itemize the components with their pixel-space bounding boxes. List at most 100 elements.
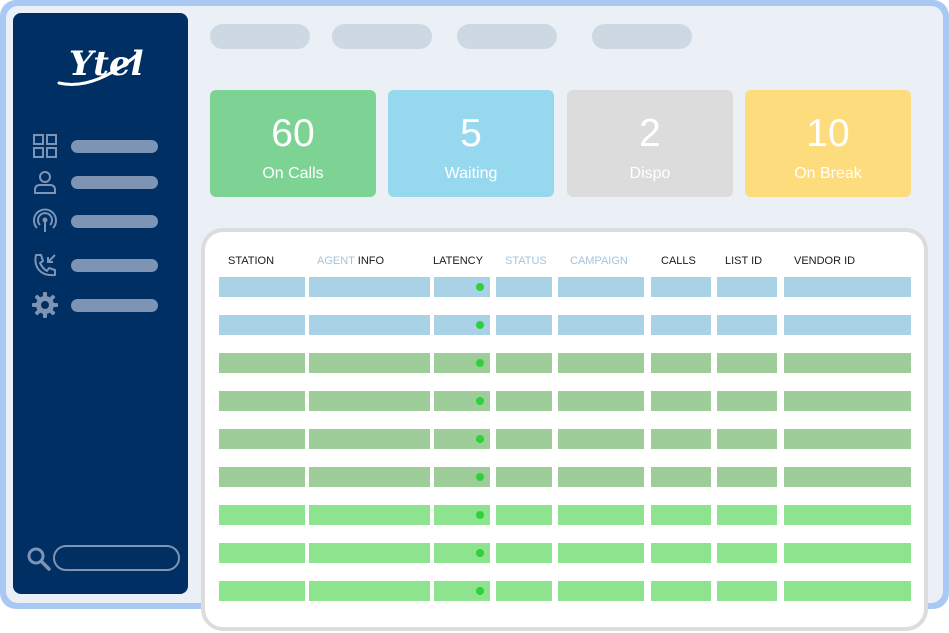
sidebar-item-label-placeholder	[71, 215, 158, 228]
table-cell-placeholder	[434, 429, 490, 449]
agent-table: STATION AGENT INFO LATENCY STATUS CAMPAI…	[201, 228, 928, 631]
broadcast-icon	[33, 208, 57, 232]
table-cell-placeholder	[496, 429, 552, 449]
latency-status-dot	[476, 397, 484, 405]
table-cell-placeholder	[558, 505, 644, 525]
sidebar-item-dashboard[interactable]	[13, 129, 188, 163]
stat-value: 60	[271, 112, 315, 155]
search-input[interactable]	[53, 545, 180, 571]
table-cell-placeholder	[496, 505, 552, 525]
table-cell-placeholder	[309, 505, 430, 525]
header-calls[interactable]: CALLS	[661, 254, 696, 268]
stat-value: 2	[639, 112, 661, 155]
latency-status-dot	[476, 435, 484, 443]
header-agent-info[interactable]: AGENT INFO	[317, 254, 384, 268]
sidebar-item-label-placeholder	[71, 176, 158, 189]
sidebar-item-settings[interactable]	[13, 288, 188, 322]
table-cell-placeholder	[651, 429, 711, 449]
ytel-logo: Ytel	[57, 44, 143, 86]
stat-value: 10	[806, 112, 850, 155]
table-cell-placeholder	[496, 391, 552, 411]
table-cell-placeholder	[309, 277, 430, 297]
table-cell-placeholder	[219, 429, 305, 449]
header-latency[interactable]: LATENCY	[433, 254, 483, 268]
sidebar-item-label-placeholder	[71, 299, 158, 312]
stat-label: Waiting	[444, 165, 498, 182]
stat-card-dispo[interactable]: 2 Dispo	[567, 90, 733, 197]
table-cell-placeholder	[717, 315, 777, 335]
sidebar-item-broadcast[interactable]	[13, 204, 188, 238]
table-cell-placeholder	[651, 315, 711, 335]
header-campaign[interactable]: CAMPAIGN	[570, 254, 628, 268]
top-nav-placeholder-3[interactable]	[457, 24, 557, 49]
table-cell-placeholder	[434, 543, 490, 563]
top-nav-placeholder-4[interactable]	[592, 24, 692, 49]
table-cell-placeholder	[309, 467, 430, 487]
table-cell-placeholder	[219, 505, 305, 525]
sidebar-item-users[interactable]	[13, 165, 188, 199]
header-agent: AGENT	[317, 255, 355, 267]
header-station[interactable]: STATION	[228, 254, 274, 268]
grid-icon	[33, 134, 57, 158]
sidebar: Ytel	[13, 13, 188, 594]
table-row[interactable]	[205, 581, 932, 601]
table-cell-placeholder	[558, 353, 644, 373]
table-row[interactable]	[205, 353, 932, 373]
header-list-id[interactable]: LIST ID	[725, 254, 762, 268]
table-row[interactable]	[205, 391, 932, 411]
table-cell-placeholder	[309, 581, 430, 601]
table-row[interactable]	[205, 315, 932, 335]
table-cell-placeholder	[651, 543, 711, 563]
logo-text: Ytel	[69, 44, 143, 84]
table-cell-placeholder	[651, 581, 711, 601]
latency-status-dot	[476, 473, 484, 481]
table-cell-placeholder	[651, 505, 711, 525]
table-row[interactable]	[205, 277, 932, 297]
table-cell-placeholder	[219, 277, 305, 297]
table-cell-placeholder	[496, 581, 552, 601]
stat-card-on-calls[interactable]: 60 On Calls	[210, 90, 376, 197]
search-icon[interactable]	[25, 545, 53, 573]
user-icon	[34, 171, 56, 194]
table-cell-placeholder	[219, 543, 305, 563]
sidebar-item-label-placeholder	[71, 259, 158, 272]
table-cell-placeholder	[434, 467, 490, 487]
table-cell-placeholder	[434, 353, 490, 373]
table-cell-placeholder	[717, 467, 777, 487]
stat-label: Dispo	[629, 165, 671, 182]
latency-status-dot	[476, 511, 484, 519]
table-cell-placeholder	[558, 277, 644, 297]
latency-status-dot	[476, 359, 484, 367]
latency-status-dot	[476, 283, 484, 291]
latency-status-dot	[476, 587, 484, 595]
header-status[interactable]: STATUS	[505, 254, 547, 268]
table-cell-placeholder	[434, 277, 490, 297]
table-cell-placeholder	[558, 543, 644, 563]
stat-card-waiting[interactable]: 5 Waiting	[388, 90, 554, 197]
table-cell-placeholder	[558, 391, 644, 411]
table-cell-placeholder	[219, 581, 305, 601]
table-cell-placeholder	[651, 391, 711, 411]
table-row[interactable]	[205, 505, 932, 525]
table-row[interactable]	[205, 543, 932, 563]
table-cell-placeholder	[784, 315, 911, 335]
table-row[interactable]	[205, 467, 932, 487]
table-cell-placeholder	[496, 353, 552, 373]
table-cell-placeholder	[651, 277, 711, 297]
table-cell-placeholder	[558, 429, 644, 449]
sidebar-item-calls[interactable]	[13, 248, 188, 282]
table-cell-placeholder	[434, 391, 490, 411]
header-vendor-id[interactable]: VENDOR ID	[794, 254, 855, 268]
table-cell-placeholder	[219, 391, 305, 411]
stat-card-on-break[interactable]: 10 On Break	[745, 90, 911, 197]
table-cell-placeholder	[309, 543, 430, 563]
incoming-call-icon	[34, 254, 56, 277]
table-row[interactable]	[205, 429, 932, 449]
top-nav-placeholder-2[interactable]	[332, 24, 432, 49]
latency-status-dot	[476, 321, 484, 329]
sidebar-item-label-placeholder	[71, 140, 158, 153]
top-nav-placeholder-1[interactable]	[210, 24, 310, 49]
table-cell-placeholder	[434, 505, 490, 525]
table-cell-placeholder	[496, 315, 552, 335]
table-cell-placeholder	[651, 353, 711, 373]
